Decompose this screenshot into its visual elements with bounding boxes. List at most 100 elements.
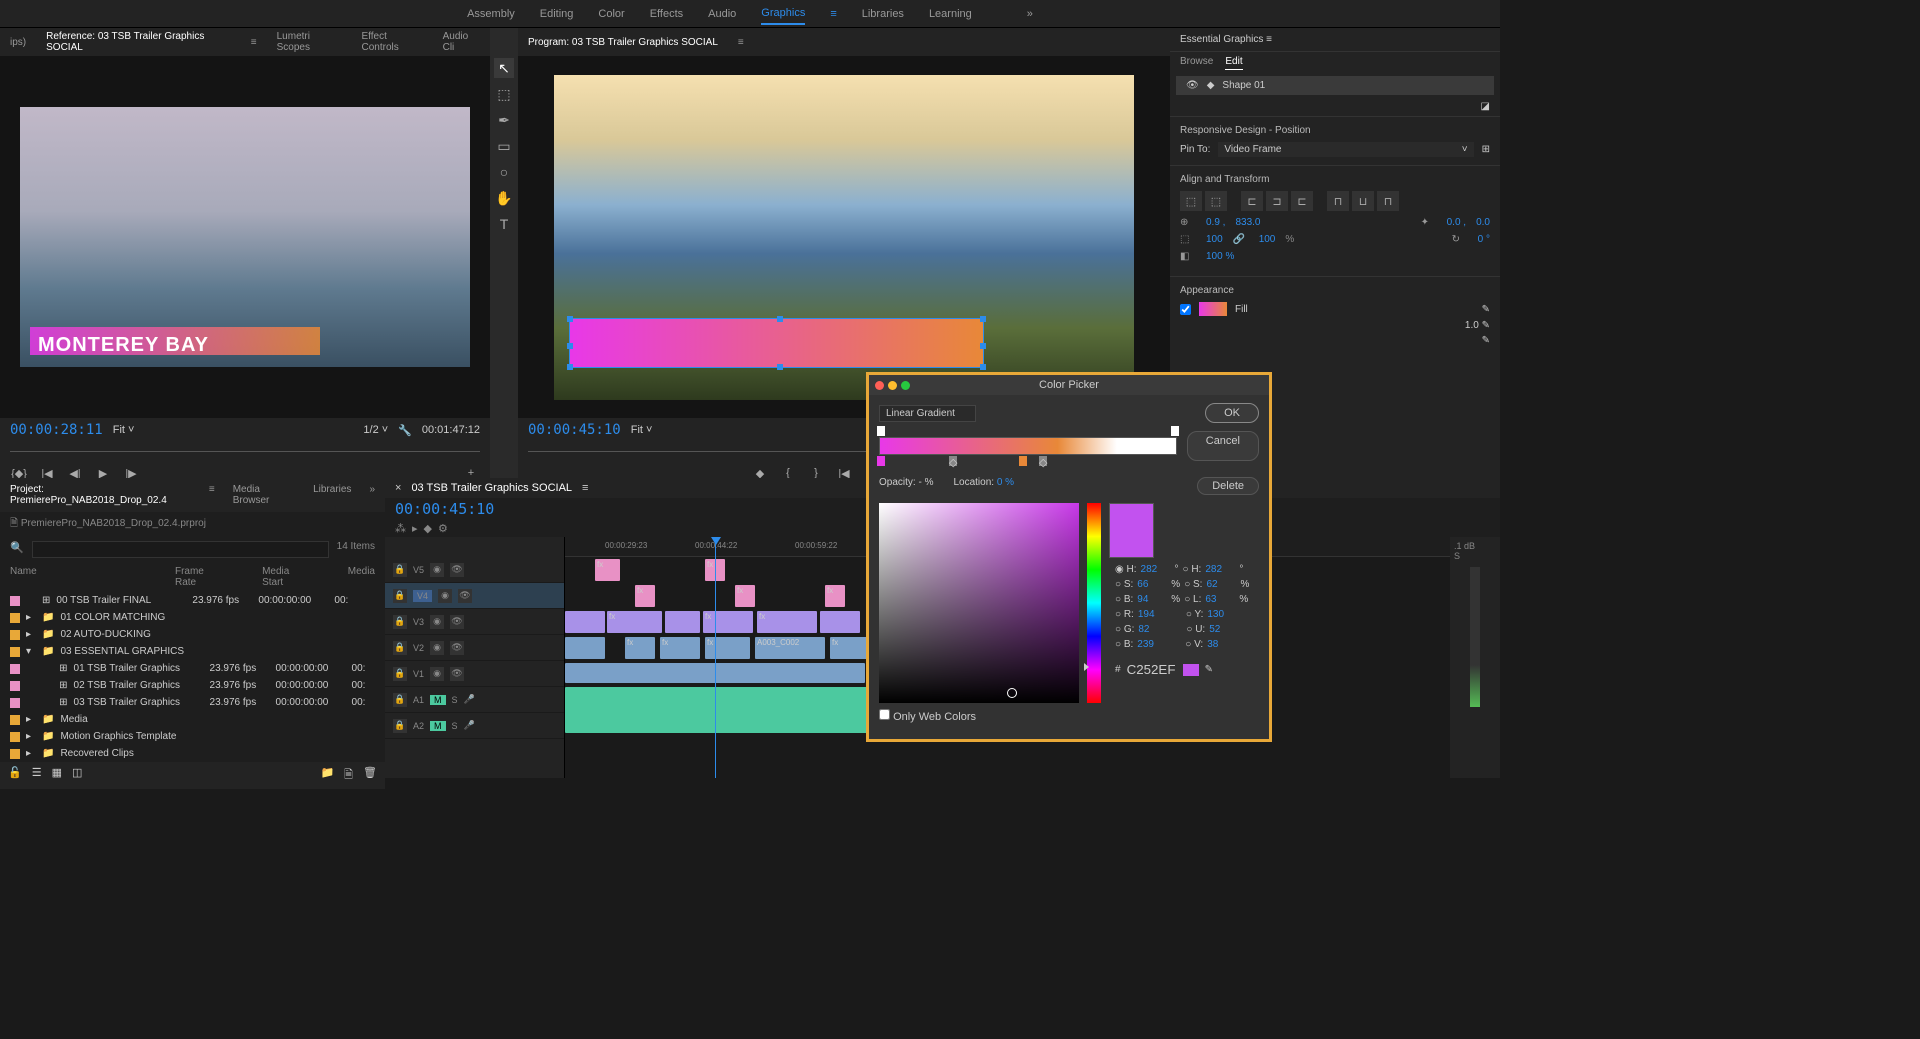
opacity-value[interactable]: - % — [918, 477, 933, 488]
freeform-icon[interactable]: ◫ — [72, 766, 82, 785]
eyedropper-icon[interactable]: ✎ — [1482, 335, 1490, 346]
pin-edges-icon[interactable]: ⊞ — [1482, 144, 1490, 155]
trash-icon[interactable]: 🗑 — [363, 766, 377, 785]
radio-h[interactable]: ◉ H: — [1115, 564, 1137, 575]
fill-swatch[interactable] — [1199, 302, 1227, 316]
color-stop[interactable] — [877, 456, 885, 466]
clip[interactable]: fx — [635, 585, 655, 607]
ws-color[interactable]: Color — [598, 4, 624, 24]
panel-menu-icon[interactable]: ≡ — [1266, 34, 1272, 45]
tab-menu-icon[interactable]: ≡ — [209, 484, 215, 506]
g-input[interactable] — [1138, 624, 1168, 635]
delete-button[interactable]: Delete — [1197, 477, 1259, 495]
eg-tab-browse[interactable]: Browse — [1180, 56, 1213, 70]
radio-b[interactable]: ○ B: — [1115, 594, 1133, 605]
y2-input[interactable] — [1207, 609, 1237, 620]
ws-graphics[interactable]: Graphics — [761, 3, 805, 25]
cancel-button[interactable]: Cancel — [1187, 431, 1259, 461]
sat-cursor[interactable] — [1007, 688, 1017, 698]
u2-input[interactable] — [1209, 624, 1239, 635]
s-input[interactable] — [1137, 579, 1167, 590]
track-v1[interactable]: 🔒V1◉👁 — [385, 661, 564, 687]
ellipse-tool-icon[interactable]: ○ — [494, 162, 514, 182]
project-row[interactable]: ▸📁Media — [0, 711, 385, 728]
clip[interactable]: fx — [607, 611, 662, 633]
project-row[interactable]: ▾📁03 ESSENTIAL GRAPHICS — [0, 643, 385, 660]
clip[interactable] — [565, 611, 605, 633]
eyedropper-icon[interactable]: ✎ — [1482, 320, 1490, 331]
project-row[interactable]: ▸📁Recovered Clips — [0, 745, 385, 762]
clip[interactable]: fx — [703, 611, 753, 633]
hue-slider[interactable] — [1087, 503, 1101, 703]
link-icon[interactable]: ▸ — [412, 522, 418, 535]
radio-r[interactable]: ○ R: — [1115, 609, 1134, 620]
proj-tab-media[interactable]: Media Browser — [233, 484, 295, 506]
opacity-val[interactable]: 100 % — [1206, 251, 1234, 262]
hand-tool-icon[interactable]: ✋ — [494, 188, 514, 208]
selected-shape[interactable] — [569, 318, 984, 368]
eye-icon[interactable]: 👁 — [1186, 80, 1199, 91]
hex-input[interactable] — [1127, 662, 1177, 677]
ref-scrubber[interactable] — [10, 442, 480, 460]
ws-audio[interactable]: Audio — [708, 4, 736, 24]
track-a2[interactable]: 🔒A2MS🎤 — [385, 713, 564, 739]
ref-fit-dropdown[interactable]: Fit ˅ — [113, 424, 135, 436]
pos-y[interactable]: 833.0 — [1235, 217, 1260, 228]
project-row[interactable]: ▸📁02 AUTO-DUCKING — [0, 626, 385, 643]
rect-tool-icon[interactable]: ▭ — [494, 136, 514, 156]
align-h2-icon[interactable]: ⊐ — [1266, 191, 1288, 211]
project-row[interactable]: ⊞01 TSB Trailer Graphics23.976 fps00:00:… — [0, 660, 385, 677]
pos-x[interactable]: 0.9 , — [1206, 217, 1225, 228]
hue-cursor[interactable] — [1084, 663, 1089, 671]
snap-icon[interactable]: ⁂ — [395, 522, 406, 535]
align-v3-icon[interactable]: ⊓ — [1377, 191, 1399, 211]
fill-opacity[interactable]: 1.0 — [1465, 320, 1479, 331]
col-name[interactable]: Name — [10, 566, 135, 588]
col-media[interactable]: Media — [348, 566, 375, 588]
playhead[interactable] — [715, 537, 716, 778]
align-h1-icon[interactable]: ⊏ — [1241, 191, 1263, 211]
align-v1-icon[interactable]: ⊓ — [1327, 191, 1349, 211]
fill-checkbox[interactable] — [1180, 304, 1191, 315]
ws-learning[interactable]: Learning — [929, 4, 972, 24]
col-framerate[interactable]: Frame Rate — [175, 566, 222, 588]
eyedropper-icon[interactable]: ✎ — [1482, 304, 1490, 315]
h2-input[interactable] — [1205, 564, 1235, 575]
color-stop[interactable] — [1019, 456, 1027, 466]
gradient-type-dropdown[interactable]: Linear Gradient — [879, 405, 976, 422]
col-mediastart[interactable]: Media Start — [262, 566, 308, 588]
align-h3-icon[interactable]: ⊏ — [1291, 191, 1313, 211]
eyedropper-icon[interactable]: ✎ — [1205, 664, 1213, 675]
program-monitor[interactable] — [518, 56, 1170, 418]
marker-icon[interactable]: ◆ — [424, 522, 432, 535]
anchor-y[interactable]: 0.0 — [1476, 217, 1490, 228]
settings-icon[interactable]: ⚙ — [438, 522, 448, 535]
project-row[interactable]: ▸📁01 COLOR MATCHING — [0, 609, 385, 626]
clip[interactable]: fx — [660, 637, 700, 659]
close-dot-icon[interactable] — [875, 381, 884, 390]
new-layer-icon[interactable]: ◪ — [1481, 101, 1490, 112]
saturation-box[interactable] — [879, 503, 1079, 703]
s2-input[interactable] — [1206, 579, 1236, 590]
clip[interactable]: A003_C002 — [755, 637, 825, 659]
timeline-title[interactable]: 03 TSB Trailer Graphics SOCIAL — [411, 482, 572, 494]
close-tab-icon[interactable]: × — [395, 482, 401, 494]
ws-menu-icon[interactable]: ≡ — [830, 4, 836, 24]
prog-fit-dropdown[interactable]: Fit ˅ — [631, 424, 653, 436]
layer-shape-01[interactable]: 👁 ◆ Shape 01 — [1176, 76, 1494, 95]
align-center-icon[interactable]: ⬚ — [1205, 191, 1227, 211]
prog-timecode[interactable]: 00:00:45:10 — [528, 422, 621, 438]
tl-timecode[interactable]: 00:00:45:10 — [395, 500, 494, 518]
ws-editing[interactable]: Editing — [540, 4, 574, 24]
bv-input[interactable] — [1137, 639, 1167, 650]
tab-reference[interactable]: Reference: 03 TSB Trailer Graphics SOCIA… — [46, 31, 231, 53]
midpoint-stop[interactable]: ◇ — [1039, 456, 1047, 466]
ws-overflow-icon[interactable]: » — [1027, 4, 1033, 24]
wrench-icon[interactable]: 🔧 — [398, 424, 412, 437]
location-value[interactable]: 0 % — [997, 477, 1014, 488]
project-row[interactable]: ▸📁Motion Graphics Template — [0, 728, 385, 745]
project-row[interactable]: ⊞02 TSB Trailer Graphics23.976 fps00:00:… — [0, 677, 385, 694]
pen-tool-icon[interactable]: ✒ — [494, 110, 514, 130]
r-input[interactable] — [1138, 609, 1168, 620]
clip[interactable]: fx — [705, 637, 750, 659]
